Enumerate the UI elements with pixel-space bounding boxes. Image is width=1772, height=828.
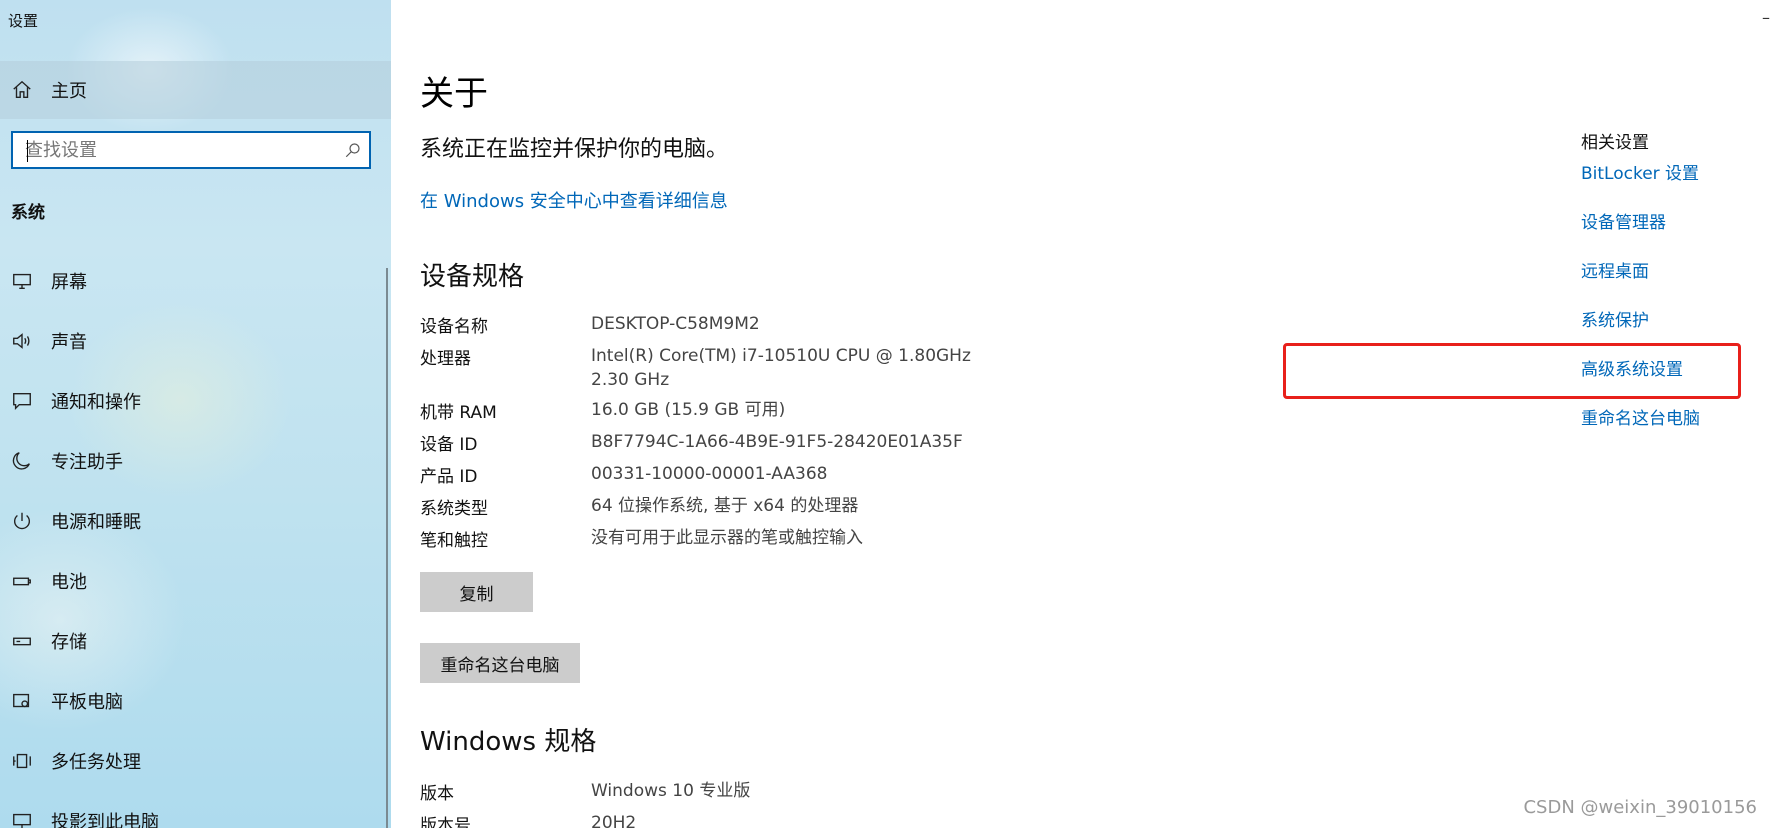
spec-key: 版本 xyxy=(420,784,454,804)
spec-value: 16.0 GB (15.9 GB 可用) xyxy=(591,400,786,420)
search-icon[interactable] xyxy=(337,141,369,159)
related-settings-title: 相关设置 xyxy=(1581,133,1649,153)
device-spec-heading: 设备规格 xyxy=(420,262,525,292)
search-field[interactable] xyxy=(11,131,371,169)
power-icon xyxy=(10,509,34,533)
sidebar-item-label: 电源和睡眠 xyxy=(51,512,141,533)
related-settings: 相关设置 BitLocker 设置 设备管理器 远程桌面 系统保护 高级系统设置… xyxy=(1581,128,1700,457)
security-center-link[interactable]: 在 Windows 安全中心中查看详细信息 xyxy=(420,187,728,213)
bitlocker-settings-link[interactable]: BitLocker 设置 xyxy=(1581,163,1700,212)
remote-desktop-link[interactable]: 远程桌面 xyxy=(1581,261,1700,310)
sidebar-item-notifications[interactable]: 通知和操作 xyxy=(0,371,391,431)
storage-icon xyxy=(10,629,34,653)
watermark: CSDN @weixin_39010156 xyxy=(1523,797,1757,818)
window-title: 设置 xyxy=(8,12,39,30)
sidebar-item-battery[interactable]: 电池 xyxy=(0,551,391,611)
sidebar-item-label: 平板电脑 xyxy=(51,692,123,713)
sidebar-item-label: 投影到此电脑 xyxy=(51,812,159,828)
spec-key: 产品 ID xyxy=(420,467,478,487)
spec-key: 笔和触控 xyxy=(420,531,488,551)
rename-pc-button[interactable]: 重命名这台电脑 xyxy=(420,643,580,683)
sidebar-item-tablet[interactable]: 平板电脑 xyxy=(0,671,391,731)
page-title: 关于 xyxy=(420,74,488,114)
spec-value: 64 位操作系统, 基于 x64 的处理器 xyxy=(591,496,859,516)
search-input[interactable] xyxy=(13,133,337,167)
windows-spec-heading: Windows 规格 xyxy=(420,727,597,757)
sidebar-section-title: 系统 xyxy=(11,203,45,223)
spec-key: 机带 RAM xyxy=(420,403,497,423)
sidebar-item-storage[interactable]: 存储 xyxy=(0,611,391,671)
device-spec-table: 设备名称 DESKTOP-C58M9M2 处理器 Intel(R) Core(T… xyxy=(420,312,1020,558)
spec-row: 版本号 20H2 xyxy=(420,811,1020,828)
spec-value: 没有可用于此显示器的笔或触控输入 xyxy=(591,528,863,548)
sidebar-item-label: 存储 xyxy=(51,632,87,653)
sidebar-item-label: 声音 xyxy=(51,332,87,353)
sidebar-item-label: 通知和操作 xyxy=(51,392,141,413)
sidebar-item-display[interactable]: 屏幕 xyxy=(0,251,391,311)
device-manager-link[interactable]: 设备管理器 xyxy=(1581,212,1700,261)
sidebar-item-project[interactable]: 投影到此电脑 xyxy=(0,791,391,828)
sidebar-scrollbar[interactable] xyxy=(386,268,388,828)
sidebar-item-label: 电池 xyxy=(51,572,87,593)
rename-pc-link[interactable]: 重命名这台电脑 xyxy=(1581,408,1700,457)
project-icon xyxy=(10,809,34,828)
home-icon xyxy=(10,78,34,102)
spec-key: 设备名称 xyxy=(420,317,488,337)
battery-icon xyxy=(10,569,34,593)
monitor-icon xyxy=(10,269,34,293)
spec-key: 版本号 xyxy=(420,816,471,828)
spec-key: 设备 ID xyxy=(420,435,478,455)
multitask-icon xyxy=(10,749,34,773)
spec-value: B8F7794C-1A66-4B9E-91F5-28420E01A35F xyxy=(591,432,963,452)
spec-row: 版本 Windows 10 专业版 xyxy=(420,779,1020,811)
speaker-icon xyxy=(10,329,34,353)
minimize-button[interactable]: – xyxy=(1762,8,1770,27)
spec-row: 设备 ID B8F7794C-1A66-4B9E-91F5-28420E01A3… xyxy=(420,430,1020,462)
sidebar-item-home[interactable]: 主页 xyxy=(0,61,391,119)
sidebar-item-sound[interactable]: 声音 xyxy=(0,311,391,371)
spec-row: 设备名称 DESKTOP-C58M9M2 xyxy=(420,312,1020,344)
sidebar-item-focus-assist[interactable]: 专注助手 xyxy=(0,431,391,491)
spec-value: DESKTOP-C58M9M2 xyxy=(591,314,760,334)
spec-row: 产品 ID 00331-10000-00001-AA368 xyxy=(420,462,1020,494)
sidebar-item-power-sleep[interactable]: 电源和睡眠 xyxy=(0,491,391,551)
spec-value: 00331-10000-00001-AA368 xyxy=(591,464,828,484)
windows-spec-table: 版本 Windows 10 专业版 版本号 20H2 xyxy=(420,779,1020,828)
spec-row: 机带 RAM 16.0 GB (15.9 GB 可用) xyxy=(420,398,1020,430)
sidebar-item-label: 多任务处理 xyxy=(51,752,141,773)
sidebar-item-label: 屏幕 xyxy=(51,272,87,293)
sidebar: 设置 主页 系统 屏幕 声音 通知和操作 专注助手 xyxy=(0,0,391,828)
moon-icon xyxy=(10,449,34,473)
spec-value: Windows 10 专业版 xyxy=(591,781,751,801)
protection-status-text: 系统正在监控并保护你的电脑。 xyxy=(420,137,729,162)
spec-key: 处理器 xyxy=(420,349,471,369)
notification-icon xyxy=(10,389,34,413)
spec-row: 系统类型 64 位操作系统, 基于 x64 的处理器 xyxy=(420,494,1020,526)
spec-row: 处理器 Intel(R) Core(TM) i7-10510U CPU @ 1.… xyxy=(420,344,1020,398)
copy-button[interactable]: 复制 xyxy=(420,572,533,612)
spec-value: 20H2 xyxy=(591,813,637,828)
spec-value: Intel(R) Core(TM) i7-10510U CPU @ 1.80GH… xyxy=(591,346,971,390)
spec-key: 系统类型 xyxy=(420,499,488,519)
text-caret xyxy=(27,140,28,162)
sidebar-item-label: 主页 xyxy=(51,81,87,102)
sidebar-nav: 屏幕 声音 通知和操作 专注助手 电源和睡眠 电池 存储 平板电脑 多任务处理 … xyxy=(0,251,391,828)
spec-row: 笔和触控 没有可用于此显示器的笔或触控输入 xyxy=(420,526,1020,558)
tablet-icon xyxy=(10,689,34,713)
sidebar-item-multitasking[interactable]: 多任务处理 xyxy=(0,731,391,791)
sidebar-item-label: 专注助手 xyxy=(51,452,123,473)
main-content: – 关于 系统正在监控并保护你的电脑。 在 Windows 安全中心中查看详细信… xyxy=(391,0,1772,828)
highlight-annotation-box xyxy=(1283,343,1741,399)
